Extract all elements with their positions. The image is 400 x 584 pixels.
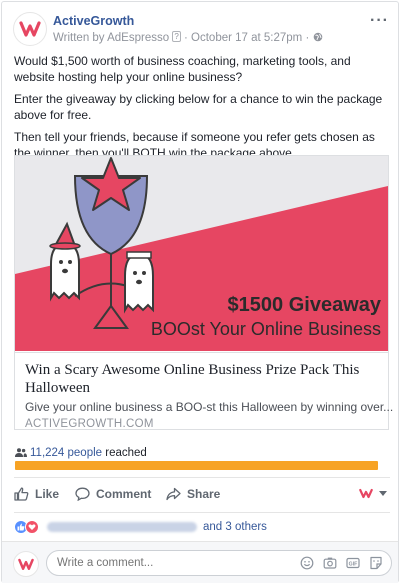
preview-image[interactable]: $1500 Giveaway BOOst Your Online Busines…	[15, 156, 388, 351]
emoji-icon[interactable]	[300, 556, 314, 570]
comment-box[interactable]: GIF	[46, 550, 392, 576]
comment-input[interactable]	[57, 557, 277, 569]
reach-count[interactable]: 11,224 people	[30, 447, 102, 459]
comment-bubble-icon	[75, 487, 90, 501]
post-header: ActiveGrowth Written by AdEspresso ? · O…	[13, 12, 389, 48]
gif-icon[interactable]: GIF	[346, 556, 360, 570]
chevron-down-icon	[379, 490, 387, 496]
thumbs-up-icon	[14, 487, 29, 501]
people-icon	[15, 448, 27, 457]
sticker-icon[interactable]	[369, 556, 383, 570]
post-meta: Written by AdEspresso ? · October 17 at …	[53, 31, 323, 44]
reactor-names-blurred[interactable]	[47, 522, 197, 532]
image-subhead: BOOst Your Online Business	[151, 319, 381, 339]
comment-button[interactable]: Comment	[75, 487, 151, 501]
image-headline: $1500 Giveaway	[228, 294, 382, 316]
share-arrow-icon	[166, 487, 181, 501]
link-domain: ACTIVEGROWTH.COM	[25, 418, 154, 430]
link-title[interactable]: Win a Scary Awesome Online Business Priz…	[25, 361, 378, 397]
page-avatar[interactable]	[13, 12, 47, 46]
link-preview[interactable]: $1500 Giveaway BOOst Your Online Busines…	[14, 155, 394, 430]
page-name-link[interactable]: ActiveGrowth	[53, 14, 134, 28]
comment-label: Comment	[96, 487, 152, 501]
reach-summary: 11,224 people reached	[15, 447, 147, 459]
preview-info[interactable]: Win a Scary Awesome Online Business Priz…	[15, 352, 394, 430]
love-reaction-icon	[25, 520, 39, 534]
share-button[interactable]: Share	[166, 487, 220, 501]
post-card: ActiveGrowth Written by AdEspresso ? · O…	[1, 1, 399, 583]
reactions-summary[interactable]: and 3 others	[14, 518, 267, 536]
activegrowth-logo-icon	[19, 21, 41, 37]
post-as-selector[interactable]	[359, 488, 387, 499]
globe-icon[interactable]	[313, 32, 323, 42]
meta-separator-2: ·	[305, 32, 310, 44]
svg-text:GIF: GIF	[349, 562, 358, 568]
question-badge[interactable]: ?	[172, 31, 181, 42]
comment-tools: GIF	[300, 556, 383, 570]
post-paragraph: Enter the giveaway by clicking below for…	[14, 92, 383, 122]
post-date[interactable]: October 17 at 5:27pm	[191, 32, 302, 44]
written-by[interactable]: Written by AdEspresso	[53, 32, 169, 44]
commenter-avatar[interactable]	[13, 551, 39, 577]
more-options-button[interactable]: ···	[370, 12, 389, 30]
post-text: Would $1,500 worth of business coaching,…	[14, 53, 390, 167]
activegrowth-logo-icon	[18, 558, 34, 570]
link-description: Give your online business a BOO-st this …	[25, 400, 394, 414]
action-bar: Like Comment Share	[14, 478, 390, 512]
share-label: Share	[187, 487, 221, 501]
giveaway-illustration: $1500 Giveaway BOOst Your Online Busines…	[15, 156, 388, 351]
like-label: Like	[35, 487, 60, 501]
camera-icon[interactable]	[323, 556, 337, 570]
comment-composer: GIF	[2, 542, 398, 583]
reactions-others[interactable]: and 3 others	[203, 521, 267, 533]
like-button[interactable]: Like	[14, 487, 59, 501]
meta-separator: ·	[183, 32, 188, 44]
divider	[14, 512, 390, 513]
reach-suffix: reached	[102, 447, 147, 459]
activegrowth-logo-icon	[359, 488, 373, 499]
reach-progress-bar	[15, 461, 378, 470]
post-paragraph: Would $1,500 worth of business coaching,…	[14, 54, 351, 84]
